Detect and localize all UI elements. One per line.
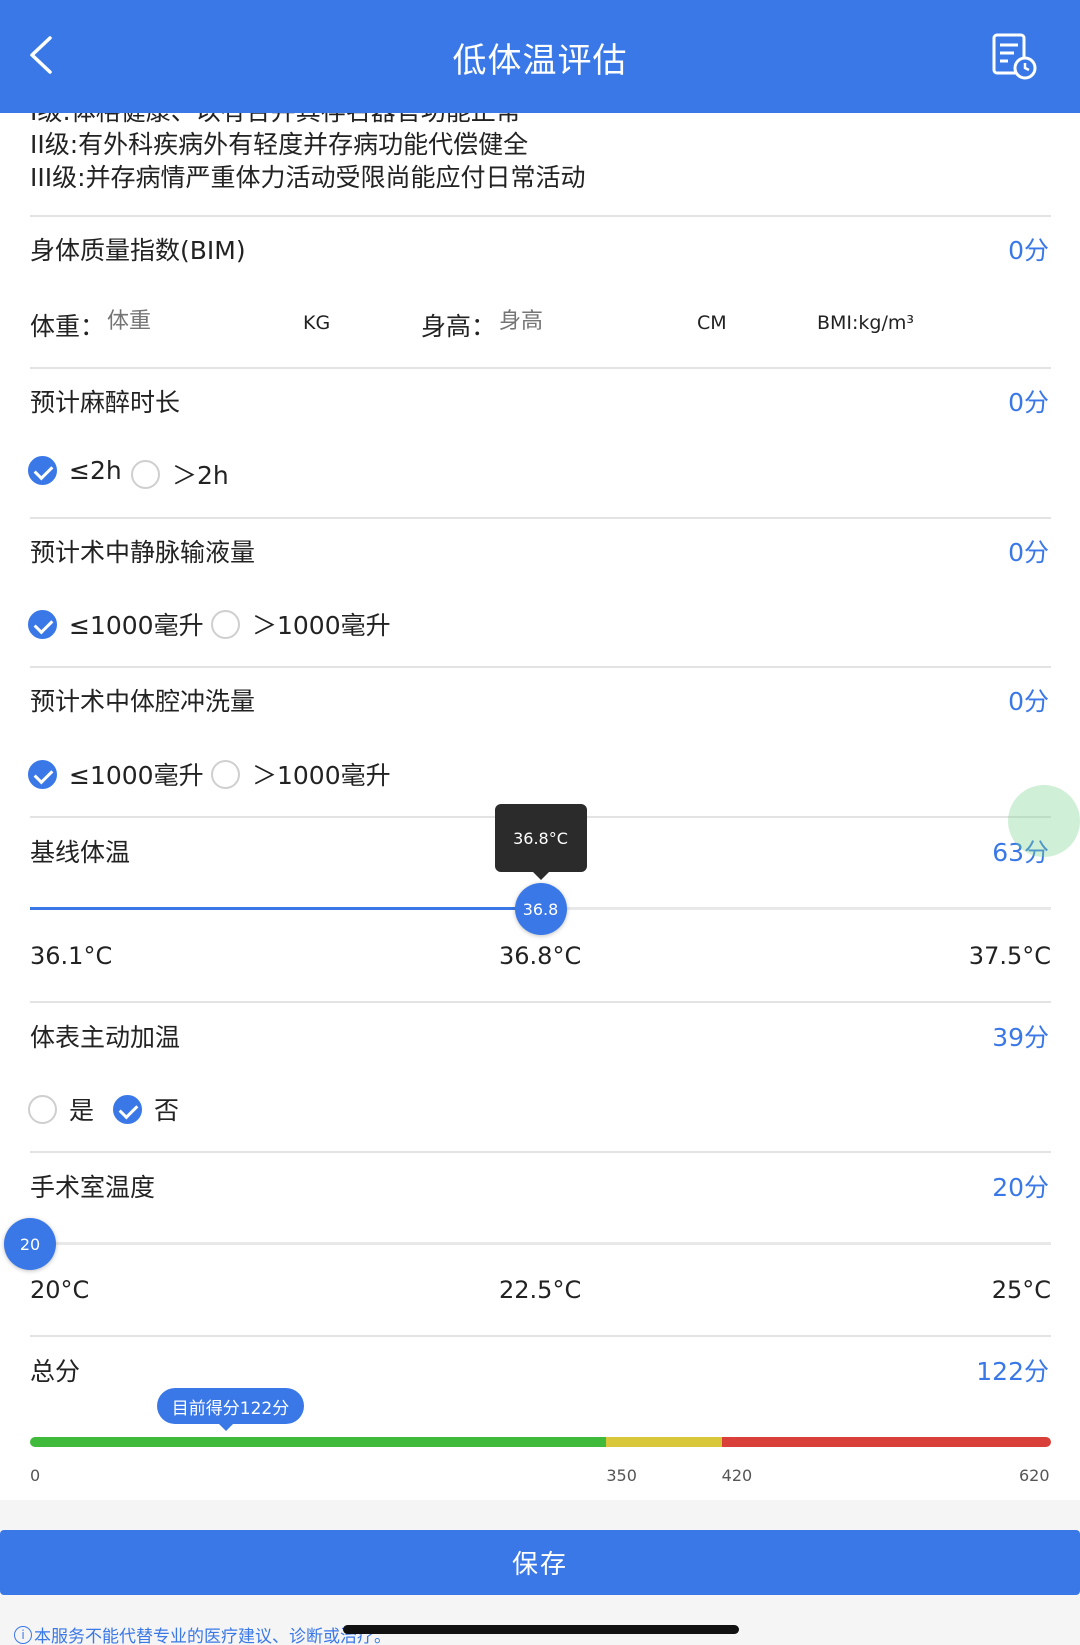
weight-label: 体重： xyxy=(30,312,106,341)
divider xyxy=(30,367,1051,369)
divider xyxy=(30,517,1051,519)
score-bar-mid xyxy=(606,1437,722,1447)
disclaimer: i 本服务不能代替专业的医疗建议、诊断或治疗。 xyxy=(14,1622,391,1645)
active-warming-option-yes[interactable]: 是 xyxy=(28,1091,94,1127)
option-label: ≤2h xyxy=(69,456,122,485)
option-label: ＞1000毫升 xyxy=(252,761,391,790)
lavage-score: 0分 xyxy=(1008,687,1049,716)
lavage-option-le1000[interactable]: ≤1000毫升 xyxy=(28,756,204,792)
radio-checked-icon xyxy=(28,456,57,485)
option-label: ＞2h xyxy=(172,461,229,490)
weight-input[interactable] xyxy=(107,309,257,334)
option-label: 否 xyxy=(154,1096,180,1125)
divider xyxy=(30,666,1051,668)
room-temp-max: 25°C xyxy=(991,1276,1051,1304)
baseline-temp-slider-fill xyxy=(30,907,541,910)
baseline-temp-mid: 36.8°C xyxy=(499,942,582,970)
option-label: ≤1000毫升 xyxy=(69,761,204,790)
score-scale-label: 620 xyxy=(1019,1466,1050,1485)
disclaimer-text: 本服务不能代替专业的医疗建议、诊断或治疗。 xyxy=(34,1627,391,1645)
anesthesia-score: 0分 xyxy=(1008,388,1049,417)
score-scale-label: 350 xyxy=(606,1466,637,1485)
active-warming-label: 体表主动加温 xyxy=(30,1023,181,1052)
room-temp-mid: 22.5°C xyxy=(499,1276,582,1304)
radio-checked-icon xyxy=(28,759,57,789)
option-label: ＞1000毫升 xyxy=(252,611,391,640)
save-button[interactable]: 保存 xyxy=(0,1530,1080,1595)
baseline-temp-slider-thumb[interactable]: 36.8 xyxy=(514,883,567,935)
score-scale-label: 420 xyxy=(721,1466,753,1485)
room-temp-min: 20°C xyxy=(30,1276,90,1304)
infusion-label: 预计术中静脉输液量 xyxy=(30,538,256,567)
infusion-option-gt1000[interactable]: ＞1000毫升 xyxy=(211,606,391,642)
app-header: 低体温评估 xyxy=(0,0,1080,113)
assessment-form: I级:体格健康、以有合并其存名器官功能正常 II级:有外科疾病外有轻度并存病功能… xyxy=(0,0,1080,1500)
active-warming-score: 39分 xyxy=(992,1023,1049,1052)
radio-unchecked-icon xyxy=(211,759,240,789)
radio-checked-icon xyxy=(113,1094,142,1124)
room-temp-slider-track[interactable] xyxy=(30,1242,1051,1245)
radio-unchecked-icon xyxy=(131,459,160,489)
total-score: 122分 xyxy=(976,1357,1049,1386)
height-label: 身高： xyxy=(421,312,497,341)
infusion-option-le1000[interactable]: ≤1000毫升 xyxy=(28,606,204,642)
infusion-score: 0分 xyxy=(1008,538,1049,567)
anesthesia-option-le2h[interactable]: ≤2h xyxy=(28,456,122,485)
info-icon: i xyxy=(14,1625,32,1644)
room-temp-label: 手术室温度 xyxy=(30,1173,156,1202)
baseline-temp-min: 36.1°C xyxy=(30,942,113,970)
bmi-unit: BMI:kg/m³ xyxy=(817,312,915,334)
weight-unit: KG xyxy=(303,312,331,334)
divider xyxy=(30,215,1051,217)
grade-line-2: II级:有外科疾病外有轻度并存病功能代偿健全 xyxy=(30,130,529,159)
anesthesia-option-gt2h[interactable]: ＞2h xyxy=(131,456,229,492)
bmi-label: 身体质量指数(BIM) xyxy=(30,236,246,265)
divider xyxy=(30,1335,1051,1337)
current-score-bubble: 目前得分122分 xyxy=(157,1388,304,1431)
room-temp-slider-thumb[interactable]: 20 xyxy=(4,1218,56,1270)
lavage-label: 预计术中体腔冲洗量 xyxy=(30,687,256,716)
radio-checked-icon xyxy=(28,609,57,639)
option-label: 是 xyxy=(69,1096,95,1125)
height-unit: CM xyxy=(697,312,727,334)
baseline-temp-tooltip: 36.8°C xyxy=(494,804,587,880)
bmi-score: 0分 xyxy=(1008,236,1049,265)
score-bar-high xyxy=(721,1437,1051,1447)
score-bar-low xyxy=(30,1437,607,1447)
anesthesia-label: 预计麻醉时长 xyxy=(30,388,181,417)
home-indicator xyxy=(343,1625,739,1634)
radio-unchecked-icon xyxy=(28,1094,57,1124)
room-temp-score: 20分 xyxy=(992,1173,1049,1202)
radio-unchecked-icon xyxy=(211,609,240,639)
divider xyxy=(30,1001,1051,1003)
score-scale-label: 0 xyxy=(30,1466,41,1485)
lavage-option-gt1000[interactable]: ＞1000毫升 xyxy=(211,756,391,792)
option-label: ≤1000毫升 xyxy=(69,611,204,640)
total-label: 总分 xyxy=(30,1357,81,1386)
baseline-temp-max: 37.5°C xyxy=(968,942,1051,970)
grade-line-3: III级:并存病情严重体力活动受限尚能应付日常活动 xyxy=(30,163,586,192)
active-warming-option-no[interactable]: 否 xyxy=(113,1091,179,1127)
history-record-icon[interactable] xyxy=(988,30,1040,82)
page-title: 低体温评估 xyxy=(452,41,628,81)
divider xyxy=(30,1151,1051,1153)
height-input[interactable] xyxy=(499,309,649,334)
baseline-temp-label: 基线体温 xyxy=(30,838,131,867)
touch-indicator xyxy=(1008,785,1080,857)
